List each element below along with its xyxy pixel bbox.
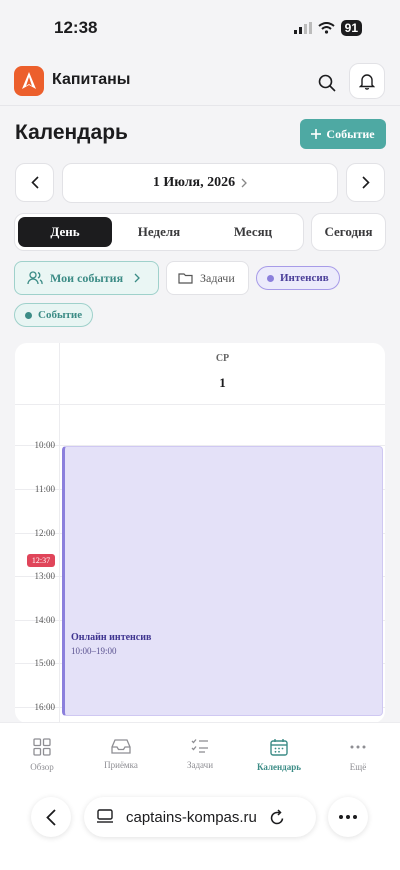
event-filter[interactable]: Событие bbox=[14, 303, 94, 327]
today-button[interactable]: Сегодня bbox=[311, 213, 386, 251]
grid-icon bbox=[33, 738, 51, 756]
hour-label: 10:00 bbox=[34, 440, 55, 450]
inbox-icon bbox=[111, 739, 131, 754]
hour-label: 15:00 bbox=[34, 658, 55, 668]
plus-icon bbox=[311, 129, 322, 139]
status-icons: 91 bbox=[293, 20, 362, 36]
bottom-tab-bar: Обзор Приёмка Задачи Календарь Ещё bbox=[0, 722, 400, 792]
tab-label: Ещё bbox=[349, 762, 367, 772]
hour-label: 11:00 bbox=[34, 484, 55, 494]
current-time-badge: 12:37 bbox=[27, 554, 55, 567]
date-picker[interactable]: 1 Июля, 2026 bbox=[62, 163, 338, 203]
tab-month[interactable]: Месяц bbox=[206, 217, 300, 247]
hour-label: 13:00 bbox=[34, 571, 55, 581]
day-number[interactable]: 1 bbox=[60, 375, 385, 391]
notifications-button[interactable] bbox=[349, 63, 385, 99]
intensive-filter[interactable]: Интенсив bbox=[256, 266, 340, 290]
chevron-left-icon bbox=[30, 176, 39, 189]
wifi-icon bbox=[318, 22, 335, 34]
browser-menu-button[interactable] bbox=[328, 797, 368, 837]
day-of-week: СР bbox=[215, 353, 230, 364]
tab-calendar[interactable]: Календарь bbox=[239, 738, 319, 772]
add-event-label: Событие bbox=[326, 126, 375, 141]
add-event-button[interactable]: Событие bbox=[300, 119, 386, 149]
browser-back-button[interactable] bbox=[31, 797, 71, 837]
battery-indicator: 91 bbox=[340, 20, 362, 36]
tasks-filter[interactable]: Задачи bbox=[166, 261, 249, 295]
hour-label: 16:00 bbox=[34, 702, 55, 712]
current-date: 1 Июля, 2026 bbox=[152, 175, 236, 190]
bell-icon bbox=[359, 73, 375, 90]
users-icon bbox=[27, 271, 43, 285]
compass-logo-icon bbox=[22, 72, 36, 89]
app-logo[interactable] bbox=[14, 66, 44, 96]
search-icon bbox=[318, 74, 336, 92]
tab-label: Календарь bbox=[256, 762, 302, 772]
hour-label: 14:00 bbox=[34, 615, 55, 625]
tab-tasks[interactable]: Задачи bbox=[160, 738, 240, 770]
prev-date-button[interactable] bbox=[15, 163, 54, 202]
tab-label: Приёмка bbox=[104, 760, 138, 770]
reload-icon[interactable] bbox=[269, 808, 285, 826]
tabs-icon bbox=[97, 809, 113, 823]
event-label: Событие bbox=[38, 309, 83, 321]
folder-icon bbox=[178, 273, 193, 284]
tab-intake[interactable]: Приёмка bbox=[81, 738, 161, 770]
url-text: captains-kompas.ru bbox=[126, 808, 257, 826]
event-title: Онлайн интенсив bbox=[71, 632, 152, 643]
tab-overview[interactable]: Обзор bbox=[2, 738, 82, 772]
page-title: Календарь bbox=[15, 121, 128, 144]
chevron-right-small-icon bbox=[241, 178, 247, 188]
hour-label: 12:00 bbox=[34, 528, 55, 538]
search-button[interactable] bbox=[312, 68, 342, 98]
next-date-button[interactable] bbox=[346, 163, 385, 202]
signal-icon bbox=[293, 22, 312, 34]
intensive-label: Интенсив bbox=[280, 272, 329, 284]
tasks-filter-label: Задачи bbox=[200, 270, 235, 285]
tab-day[interactable]: День bbox=[18, 217, 112, 247]
event-time: 10:00–19:00 bbox=[71, 646, 117, 656]
calendar-event[interactable]: Онлайн интенсив 10:00–19:00 bbox=[62, 446, 383, 716]
more-icon bbox=[339, 815, 357, 819]
view-switcher: День Неделя Месяц bbox=[14, 213, 304, 251]
status-time: 12:38 bbox=[54, 18, 98, 37]
chevron-right-small-icon bbox=[134, 273, 140, 283]
tab-more[interactable]: Ещё bbox=[318, 738, 398, 772]
chevron-left-icon bbox=[46, 808, 56, 826]
my-events-label: Мои события bbox=[50, 270, 124, 285]
checklist-icon bbox=[191, 739, 208, 753]
address-bar[interactable]: captains-kompas.ru bbox=[84, 797, 316, 837]
intensive-dot bbox=[267, 274, 274, 282]
calendar-icon bbox=[270, 739, 288, 756]
event-dot bbox=[25, 311, 32, 319]
tab-label: Задачи bbox=[186, 760, 214, 770]
my-events-filter[interactable]: Мои события bbox=[14, 261, 159, 295]
more-icon bbox=[350, 745, 366, 749]
tab-label: Обзор bbox=[30, 762, 54, 772]
chevron-right-icon bbox=[361, 176, 370, 189]
tab-week[interactable]: Неделя bbox=[112, 217, 206, 247]
day-calendar: СР 1 10:00 11:00 12:00 13:00 14:00 15:00… bbox=[15, 343, 385, 723]
header-divider bbox=[15, 404, 385, 405]
app-name: Капитаны bbox=[52, 71, 131, 88]
